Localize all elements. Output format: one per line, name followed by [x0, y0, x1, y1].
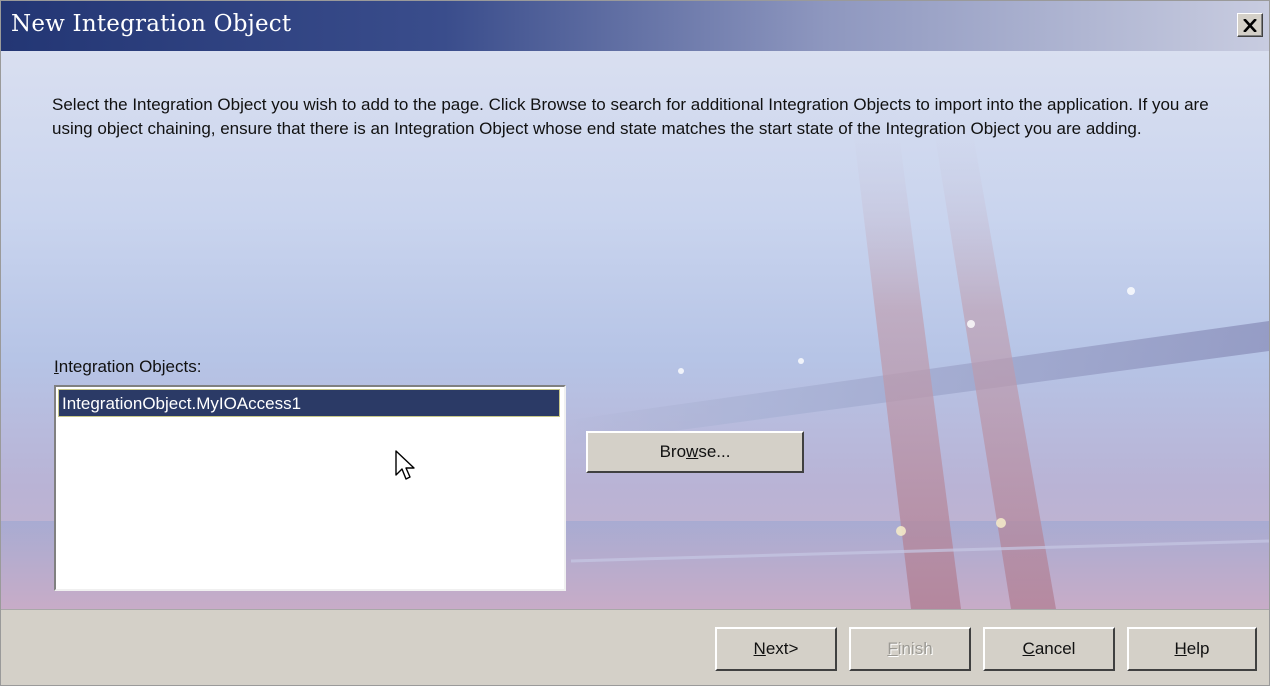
browse-button[interactable]: Bro w se... — [586, 431, 804, 473]
list-item[interactable]: IntegrationObject.MyIOAccess1 — [58, 389, 560, 417]
close-icon — [1243, 18, 1257, 32]
button-bar: Next> Finish Cancel Help — [1, 609, 1269, 685]
help-button[interactable]: Help — [1127, 627, 1257, 671]
integration-objects-list[interactable]: IntegrationObject.MyIOAccess1 — [54, 385, 566, 591]
finish-button[interactable]: Finish — [849, 627, 971, 671]
window-title: New Integration Object — [11, 11, 292, 37]
title-bar[interactable]: New Integration Object — [1, 1, 1269, 51]
close-button[interactable] — [1237, 13, 1263, 37]
dialog-content: Select the Integration Object you wish t… — [1, 51, 1269, 609]
integration-objects-label: Integration Objects: — [54, 357, 202, 376]
mouse-pointer-icon — [395, 450, 415, 480]
next-button[interactable]: Next> — [715, 627, 837, 671]
cancel-button[interactable]: Cancel — [983, 627, 1115, 671]
new-integration-object-dialog: New Integration Object Select the Integr… — [0, 0, 1270, 686]
instructions-text: Select the Integration Object you wish t… — [52, 95, 1209, 138]
